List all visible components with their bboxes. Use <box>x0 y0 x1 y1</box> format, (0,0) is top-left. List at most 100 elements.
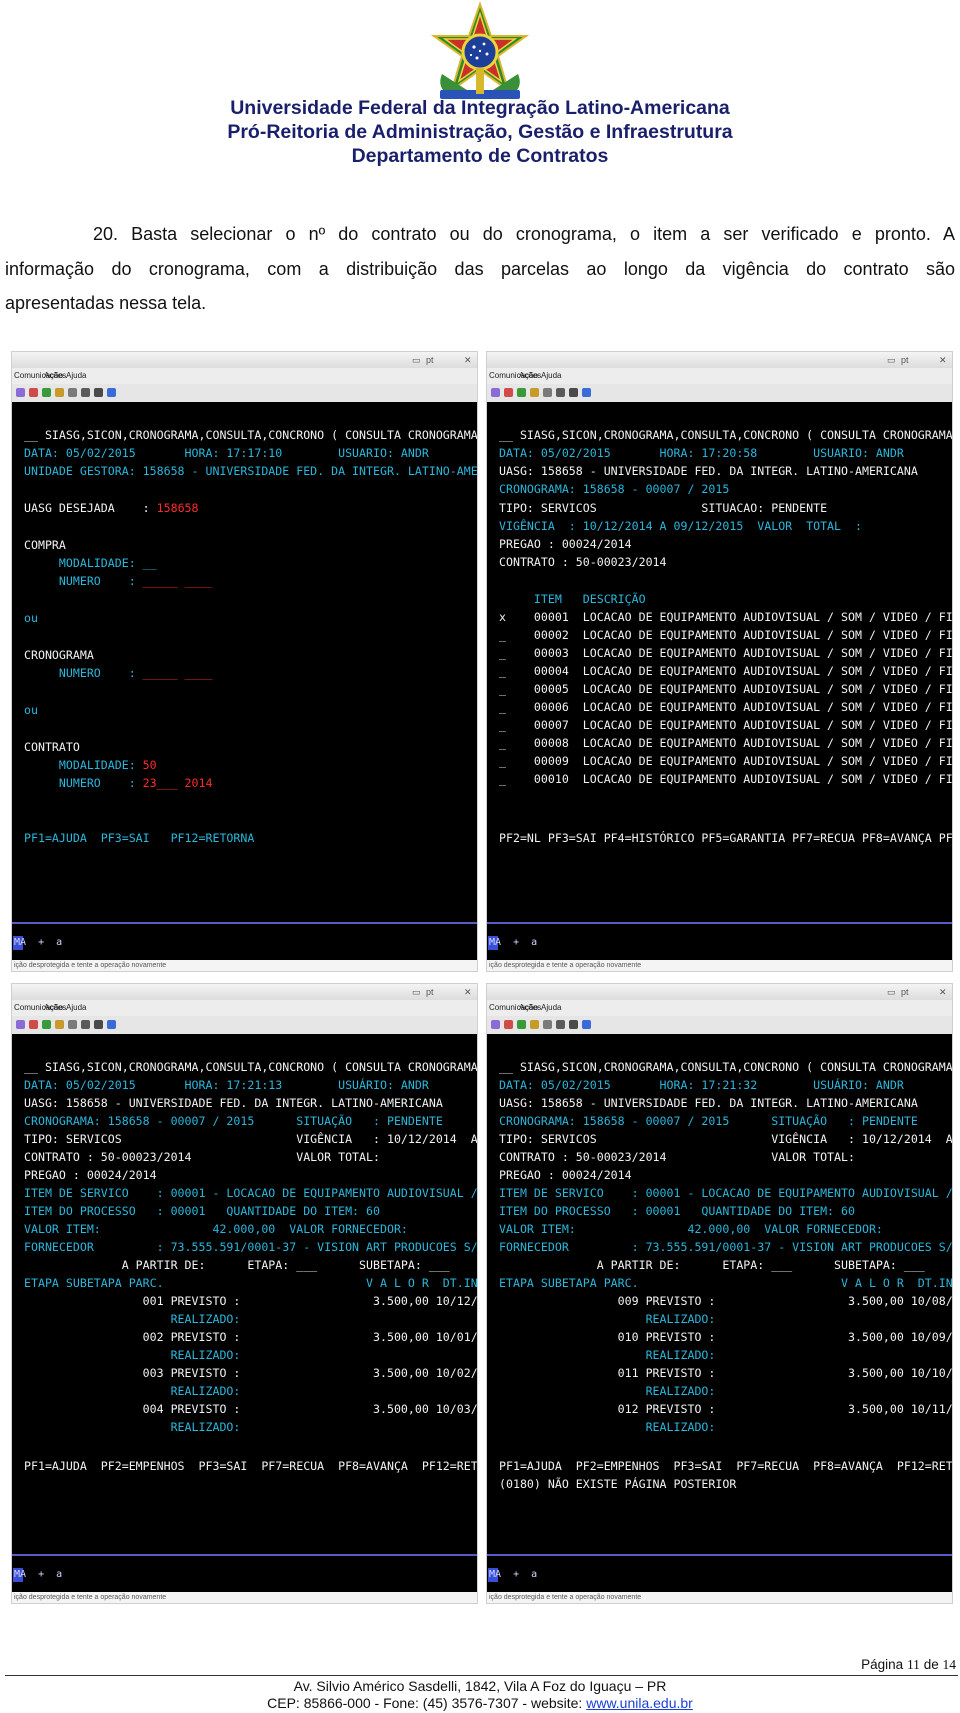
window-titlebar: pt ▭ ✕ <box>487 984 952 1000</box>
terminal-text: A PARTIR DE: ETAPA: ___ SUBETAPA: ___ PA… <box>499 1258 953 1272</box>
keyboard-icon[interactable]: ▭ <box>412 987 421 998</box>
status-text: MA + a <box>489 1569 538 1580</box>
toolbar-button-icon[interactable] <box>504 388 513 397</box>
terminal-screenshot-item-list: pt ▭ ✕ Comunicação Acões Ajuda __ SIASG,SICON,… <box>486 351 953 972</box>
toolbar-button-icon[interactable] <box>504 1020 513 1029</box>
menu-item[interactable]: Ajuda <box>541 1003 561 1012</box>
toolbar-button-icon[interactable] <box>29 388 38 397</box>
language-indicator: pt <box>901 355 909 365</box>
terminal-line: _ 00002 LOCACAO DE EQUIPAMENTO AUDIOVISU… <box>499 628 952 642</box>
terminal-text: 004 PREVISTO : 3.500,00 10/03/2015 <box>24 1402 478 1416</box>
toolbar-button-icon[interactable] <box>530 388 539 397</box>
terminal-line: MODALIDADE: 50 <box>24 758 157 772</box>
toolbar-button-icon[interactable] <box>530 1020 539 1029</box>
toolbar-button-icon[interactable] <box>16 388 25 397</box>
terminal-text: DATA: 05/02/2015 HORA: 17:21:13 USUÁRIO:… <box>24 1078 429 1092</box>
toolbar-button-icon[interactable] <box>55 1020 64 1029</box>
terminal-text: _ 00005 LOCACAO DE EQUIPAMENTO AUDIOVISU… <box>499 682 953 696</box>
close-icon[interactable]: ✕ <box>464 355 472 366</box>
terminal-screen[interactable]: __ SIASG,SICON,CRONOGRAMA,CONSULTA,CONCR… <box>487 1034 952 1554</box>
toolbar-button-icon[interactable] <box>68 388 77 397</box>
menu-item[interactable]: Ajuda <box>541 371 561 380</box>
toolbar-button-icon[interactable] <box>107 1020 116 1029</box>
toolbar-button-icon[interactable] <box>42 1020 51 1029</box>
terminal-line: NUMERO : _____ ____ <box>24 666 213 680</box>
menu-item[interactable]: Ajuda <box>66 1003 86 1012</box>
terminal-line: FORNECEDOR : 73.555.591/0001-37 - VISION… <box>24 1240 477 1254</box>
toolbar-button-icon[interactable] <box>81 1020 90 1029</box>
toolbar-button-icon[interactable] <box>55 388 64 397</box>
toolbar-button-icon[interactable] <box>543 388 552 397</box>
toolbar-button-icon[interactable] <box>68 1020 77 1029</box>
terminal-text: PREGAO : 00024/2014 <box>24 1168 157 1182</box>
status-line: MA + a <box>12 924 477 960</box>
terminal-line: DATA: 05/02/2015 HORA: 17:20:58 USUARIO:… <box>499 446 904 460</box>
terminal-screen[interactable]: __ SIASG,SICON,CRONOGRAMA,CONSULTA,CONCR… <box>12 402 477 922</box>
footer-contact: CEP: 85866-000 - Fone: (45) 3576-7307 - … <box>0 1695 960 1711</box>
terminal-text: ITEM DESCRIÇÃO <box>499 592 646 606</box>
toolbar-button-icon[interactable] <box>29 1020 38 1029</box>
terminal-screenshot-parcelas-2: pt ▭ ✕ Comunicação Acões Ajuda __ SIASG,SICON,… <box>486 983 953 1604</box>
close-icon[interactable]: ✕ <box>464 987 472 998</box>
toolbar-button-icon[interactable] <box>42 388 51 397</box>
toolbar-button-icon[interactable] <box>582 388 591 397</box>
menu-item[interactable]: Acões <box>519 371 541 380</box>
terminal-line: FORNECEDOR : 73.555.591/0001-37 - VISION… <box>499 1240 952 1254</box>
terminal-text: _____ ____ <box>142 574 213 588</box>
paragraph-line-2: informação do cronograma, com a distribu… <box>5 258 955 279</box>
menu-bar: Comunicação Acões Ajuda <box>487 368 952 384</box>
toolbar-button-icon[interactable] <box>556 388 565 397</box>
toolbar-button-icon[interactable] <box>81 388 90 397</box>
terminal-text: __ SIASG,SICON,CRONOGRAMA,CONSULTA,CONCR… <box>24 1060 478 1074</box>
terminal-line: ITEM DE SERVICO : 00001 - LOCACAO DE EQU… <box>24 1186 477 1200</box>
terminal-line: ITEM DO PROCESSO : 00001 QUANTIDADE DO I… <box>24 1204 380 1218</box>
toolbar-button-icon[interactable] <box>16 1020 25 1029</box>
toolbar-button-icon[interactable] <box>517 388 526 397</box>
close-icon[interactable]: ✕ <box>939 355 947 366</box>
terminal-text: 011 PREVISTO : 3.500,00 10/10/2015 <box>499 1366 953 1380</box>
toolbar-button-icon[interactable] <box>569 388 578 397</box>
terminal-text: REALIZADO: <box>499 1420 716 1434</box>
status-text: MA + a <box>489 937 538 948</box>
terminal-line: _ 00007 LOCACAO DE EQUIPAMENTO AUDIOVISU… <box>499 718 952 732</box>
terminal-line: 004 PREVISTO : 3.500,00 10/03/2015 <box>24 1402 478 1416</box>
toolbar-button-icon[interactable] <box>569 1020 578 1029</box>
close-icon[interactable]: ✕ <box>939 987 947 998</box>
terminal-text: UASG: 158658 - UNIVERSIDADE FED. DA INTE… <box>24 1096 443 1110</box>
toolbar-button-icon[interactable] <box>543 1020 552 1029</box>
website-link[interactable]: www.unila.edu.br <box>586 1695 693 1711</box>
keyboard-icon[interactable]: ▭ <box>887 987 896 998</box>
menu-item[interactable]: Acões <box>44 1003 66 1012</box>
menu-item[interactable]: Acões <box>44 371 66 380</box>
terminal-text: REALIZADO: <box>24 1384 241 1398</box>
terminal-screenshot-parcelas-1: pt ▭ ✕ Comunicação Acões Ajuda __ SIASG,SICON,… <box>11 983 478 1604</box>
terminal-line: UASG: 158658 - UNIVERSIDADE FED. DA INTE… <box>499 464 918 478</box>
status-line: MA + a <box>487 924 952 960</box>
terminal-text: PREGAO : 00024/2014 <box>499 1168 632 1182</box>
terminal-text: REALIZADO: <box>499 1312 716 1326</box>
terminal-screen[interactable]: __ SIASG,SICON,CRONOGRAMA,CONSULTA,CONCR… <box>12 1034 477 1554</box>
keyboard-icon[interactable]: ▭ <box>887 355 896 366</box>
terminal-text: A PARTIR DE: ETAPA: ___ SUBETAPA: ___ PA… <box>24 1258 478 1272</box>
keyboard-icon[interactable]: ▭ <box>412 355 421 366</box>
terminal-text: CRONOGRAMA: 158658 - 00007 / 2015 <box>499 482 730 496</box>
instruction-paragraph: 20. Basta selecionar o nº do contrato ou… <box>5 217 955 321</box>
window-titlebar: pt ▭ ✕ <box>487 352 952 368</box>
terminal-text: TIPO: SERVICOS VIGÊNCIA : 10/12/2014 A <box>499 1132 953 1146</box>
toolbar-button-icon[interactable] <box>556 1020 565 1029</box>
toolbar-button-icon[interactable] <box>582 1020 591 1029</box>
toolbar-button-icon[interactable] <box>491 388 500 397</box>
terminal-text: 50 <box>142 758 157 772</box>
toolbar-button-icon[interactable] <box>94 1020 103 1029</box>
toolbar-button-icon[interactable] <box>491 1020 500 1029</box>
terminal-screen[interactable]: __ SIASG,SICON,CRONOGRAMA,CONSULTA,CONCR… <box>487 402 952 922</box>
terminal-text: MODALIDADE: <box>24 758 143 772</box>
menu-bar: Comunicação Acões Ajuda <box>12 368 477 384</box>
toolbar-button-icon[interactable] <box>94 388 103 397</box>
terminal-line: REALIZADO: <box>24 1348 241 1362</box>
menu-item[interactable]: Acões <box>519 1003 541 1012</box>
toolbar-button-icon[interactable] <box>517 1020 526 1029</box>
paragraph-line-1: 20. Basta selecionar o nº do contrato ou… <box>93 224 955 244</box>
menu-item[interactable]: Ajuda <box>66 371 86 380</box>
toolbar-button-icon[interactable] <box>107 388 116 397</box>
